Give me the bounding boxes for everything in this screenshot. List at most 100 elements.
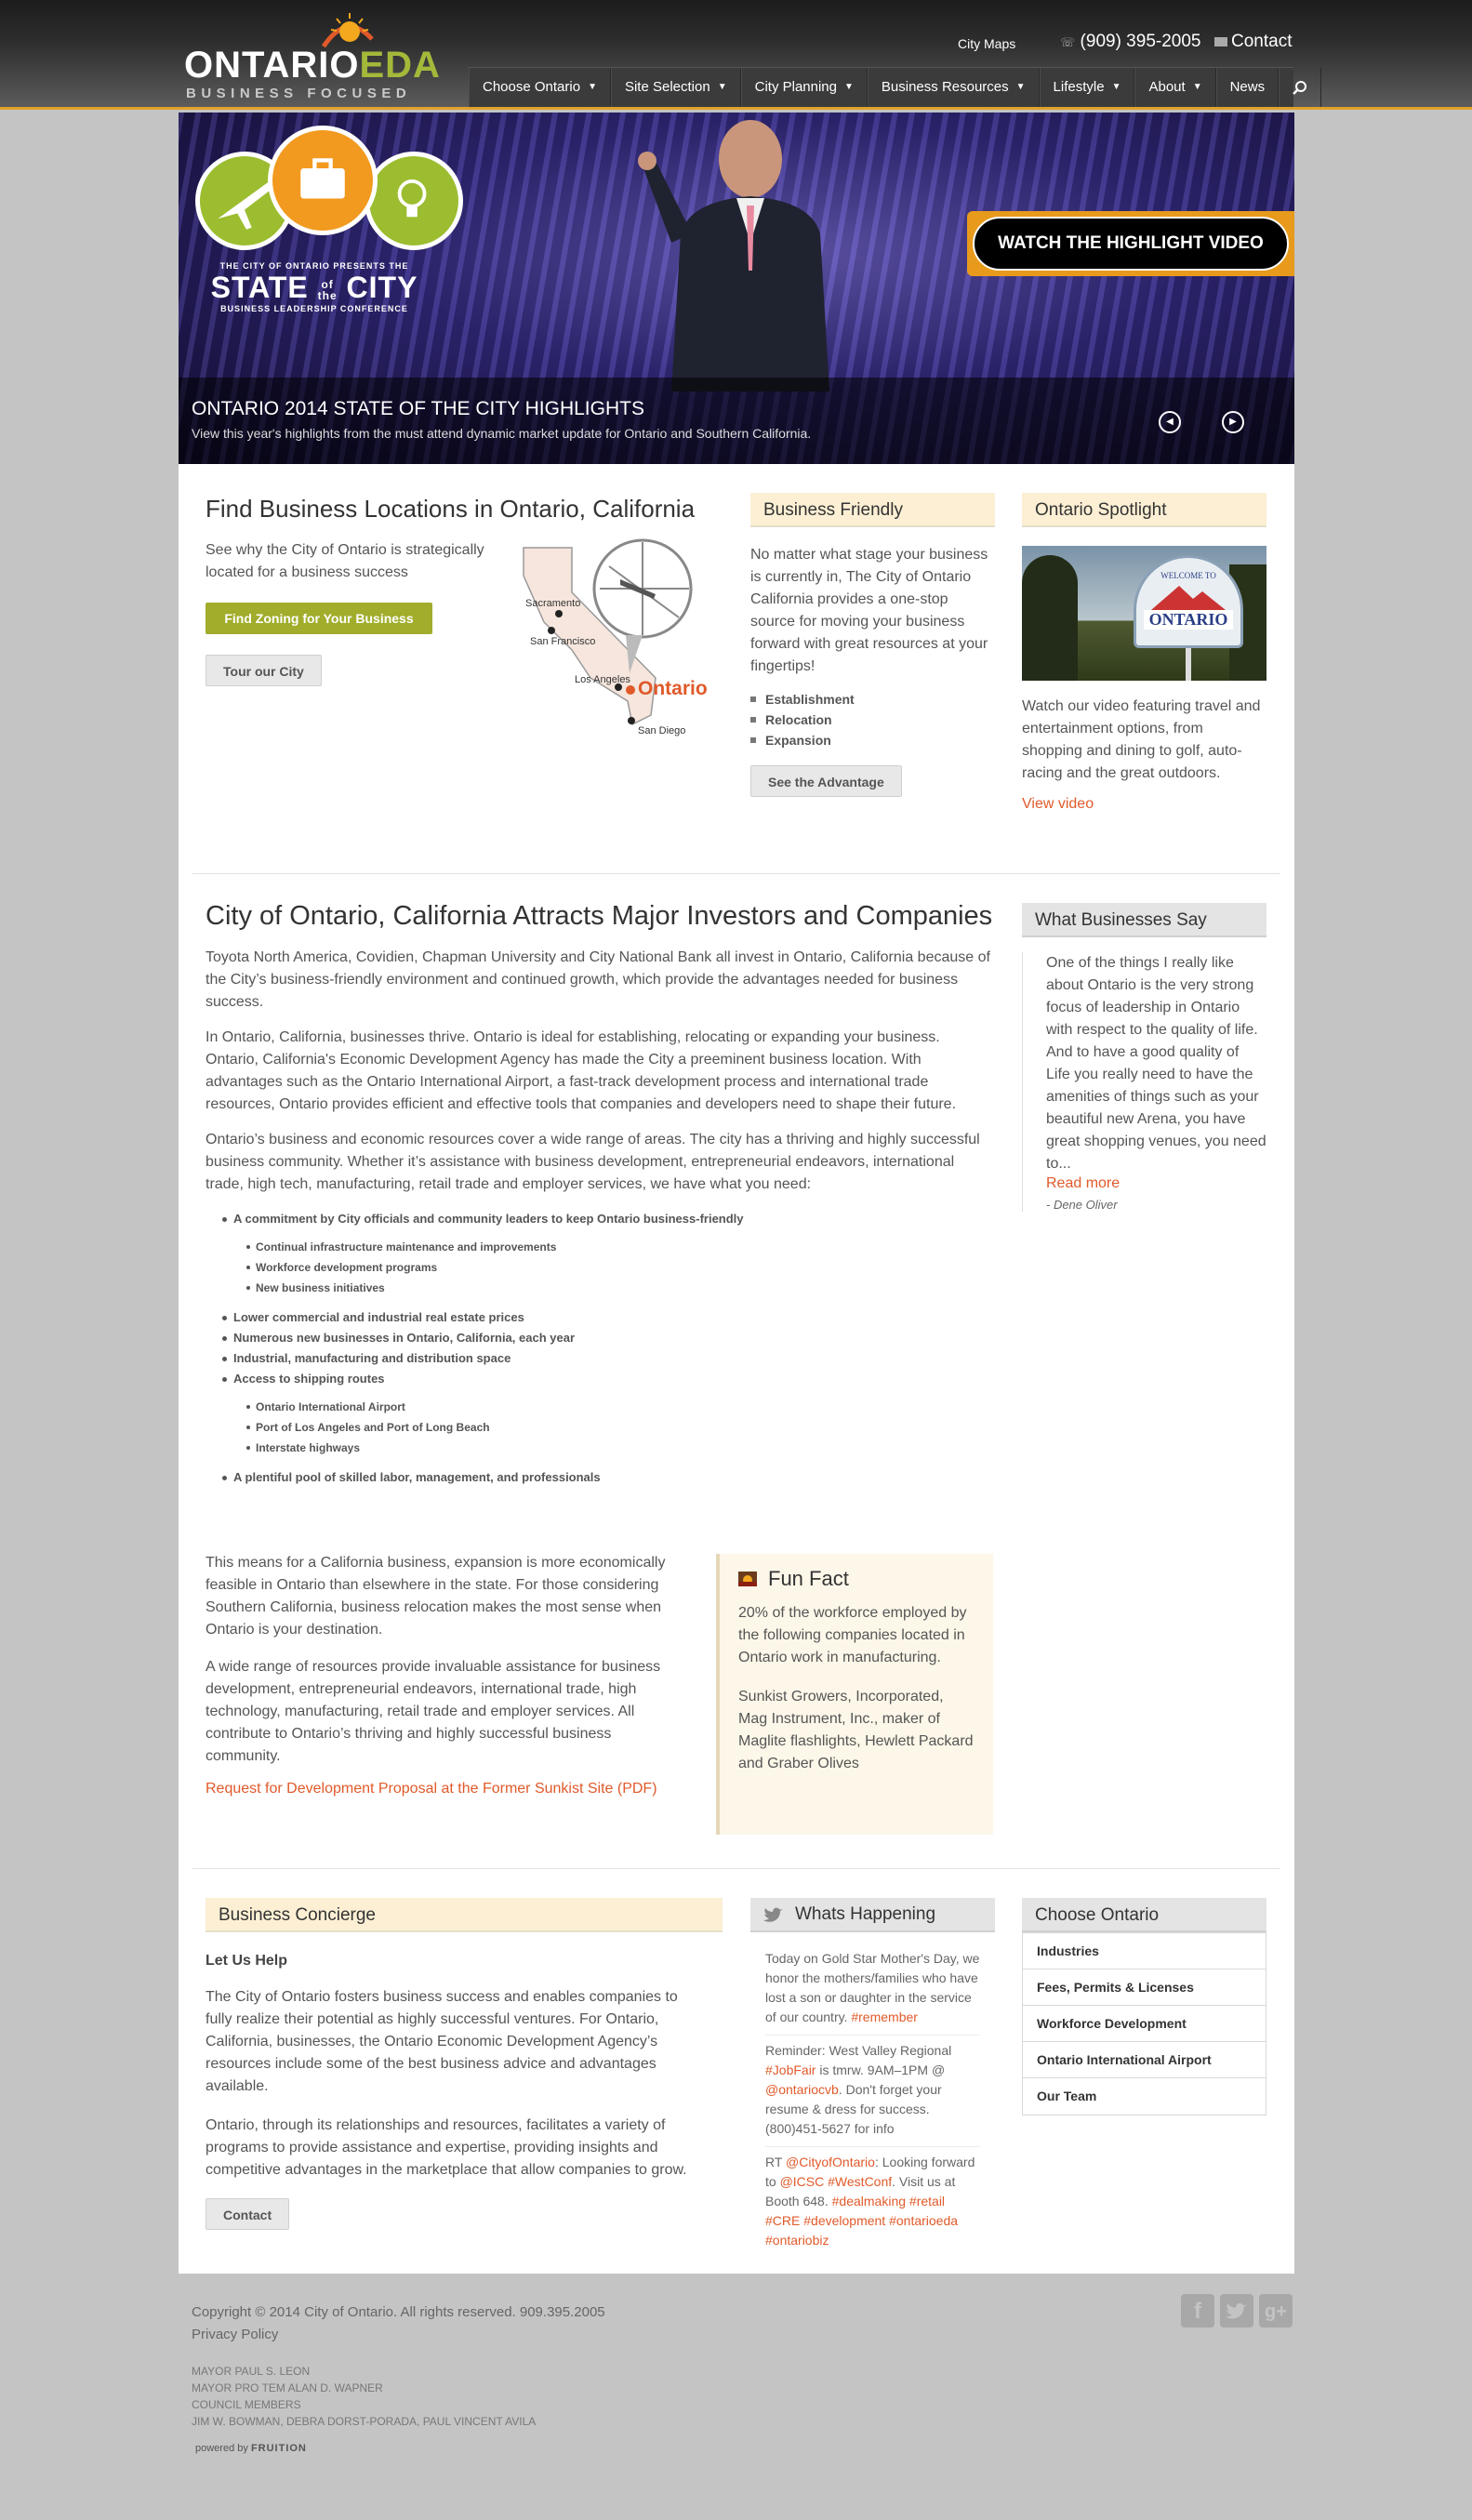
article-paragraph: In Ontario, California, businesses thriv… <box>206 1029 957 1112</box>
hero-slider[interactable]: THE CITY OF ONTARIO PRESENTS THE STATE o… <box>179 113 1294 464</box>
contact-button[interactable]: Contact <box>206 2198 290 2230</box>
hashtag-link[interactable]: #JobFair <box>765 2062 816 2077</box>
prev-slide-icon[interactable]: ◀ <box>1159 411 1181 433</box>
powered-by[interactable]: powered by FRUITION <box>195 2443 307 2454</box>
hashtag-link[interactable]: #remember <box>851 2009 918 2024</box>
hashtag-link[interactable]: #ontarioeda <box>889 2213 958 2228</box>
view-video-link[interactable]: View video <box>1022 796 1266 813</box>
spotlight-box: Ontario Spotlight WELCOME TO ONTARIO Wat… <box>1022 493 1266 813</box>
concierge-box: Business Concierge Let Us Help The City … <box>206 1898 723 2230</box>
nav-about[interactable]: About ▼ <box>1134 68 1216 107</box>
mention-link[interactable]: @ICSC <box>780 2174 825 2189</box>
twitter-icon[interactable] <box>1220 2294 1253 2328</box>
hashtag-link[interactable]: #retail <box>909 2194 945 2208</box>
main-article: City of Ontario, California Attracts Maj… <box>206 901 996 1488</box>
fun-fact-box: Fun Fact 20% of the workforce employed b… <box>716 1554 993 1835</box>
nav-choose-ontario[interactable]: Choose Ontario ▼ <box>469 68 611 107</box>
watch-video-button[interactable]: WATCH THE HIGHLIGHT VIDEO <box>967 211 1294 276</box>
locations-section: Find Business Locations in Ontario, Cali… <box>206 495 708 686</box>
link-airport[interactable]: Ontario International Airport <box>1023 2042 1266 2078</box>
whats-happening-title: Whats Happening <box>795 1904 936 1924</box>
locations-text: See why the City of Ontario is strategic… <box>206 542 484 580</box>
sunkist-pdf-link[interactable]: Request for Development Proposal at the … <box>206 1781 689 1797</box>
article-title: City of Ontario, California Attracts Maj… <box>206 901 993 931</box>
main-nav: Choose Ontario ▼ Site Selection ▼ City Pla… <box>469 67 1322 107</box>
nav-lifestyle[interactable]: Lifestyle ▼ <box>1039 68 1135 107</box>
next-slide-icon[interactable]: ▶ <box>1222 411 1244 433</box>
hashtag-link[interactable]: #development <box>803 2213 885 2228</box>
hashtag-link[interactable]: #WestConf <box>828 2174 892 2189</box>
stage-list: Establishment Relocation Expansion <box>750 689 995 750</box>
site-footer: Copyright © 2014 City of Ontario. All ri… <box>179 2274 1294 2520</box>
whats-happening-box: Whats Happening Today on Gold Star Mothe… <box>750 1898 995 2258</box>
hashtag-link[interactable]: #dealmaking <box>832 2194 906 2208</box>
business-friendly-box: Business Friendly No matter what stage y… <box>750 493 995 797</box>
tweet-item: Today on Gold Star Mother's Day, we hono… <box>765 1943 980 2036</box>
google-plus-icon[interactable]: g+ <box>1259 2294 1293 2328</box>
fun-fact-companies: Sunkist Growers, Incorporated, Mag Instr… <box>738 1689 974 1771</box>
privacy-policy-link[interactable]: Privacy Policy <box>192 2327 278 2342</box>
list-item: Numerous new businesses in Ontario, Cali… <box>220 1328 996 1348</box>
article-paragraph: Toyota North America, Covidien, Chapman … <box>206 949 990 1010</box>
link-industries[interactable]: Industries <box>1023 1933 1266 1970</box>
phone-icon: ☏ <box>1060 35 1076 49</box>
caret-down-icon: ▼ <box>1015 82 1026 92</box>
concierge-title: Business Concierge <box>206 1898 723 1932</box>
site-logo[interactable]: ONTARIOEDA BUSINESS FOCUSED <box>184 11 440 101</box>
link-our-team[interactable]: Our Team <box>1023 2078 1266 2115</box>
welcome-sign: WELCOME TO ONTARIO <box>1134 555 1243 648</box>
contact-link[interactable]: Contact <box>1214 32 1292 52</box>
read-more-link[interactable]: Read more <box>1046 1175 1266 1192</box>
concierge-text: Ontario, through its relationships and r… <box>206 2117 687 2178</box>
find-zoning-button[interactable]: Find Zoning for Your Business <box>206 603 432 634</box>
main-content: Find Business Locations in Ontario, Cali… <box>179 464 1294 2274</box>
see-advantage-button[interactable]: See the Advantage <box>750 765 902 797</box>
hashtag-link[interactable]: #ontariobiz <box>765 2233 829 2248</box>
nav-city-planning[interactable]: City Planning ▼ <box>740 68 868 107</box>
briefcase-circle-icon <box>268 126 378 235</box>
hero-caption-subtitle: View this year's highlights from the mus… <box>192 426 812 441</box>
list-item: Port of Los Angeles and Port of Long Bea… <box>245 1417 996 1438</box>
mention-link[interactable]: @CityofOntario <box>786 2155 875 2169</box>
city-maps-link[interactable]: City Maps <box>958 36 1015 51</box>
locations-title: Find Business Locations in Ontario, Cali… <box>206 495 696 523</box>
sign-post <box>1186 648 1191 681</box>
site-header: ONTARIOEDA BUSINESS FOCUSED City Maps ☏ … <box>0 0 1472 110</box>
nav-site-selection[interactable]: Site Selection ▼ <box>610 68 741 107</box>
mention-link[interactable]: @ontariocvb <box>765 2082 839 2097</box>
spotlight-video-thumbnail[interactable]: WELCOME TO ONTARIO <box>1022 546 1266 681</box>
choose-ontario-list: Industries Fees, Permits & Licenses Work… <box>1022 1932 1266 2115</box>
concierge-text: The City of Ontario fosters business suc… <box>206 1989 678 2094</box>
caret-down-icon: ▼ <box>1111 82 1121 92</box>
tweet-item: Reminder: West Valley Regional #JobFair … <box>765 2036 980 2147</box>
choose-ontario-title: Choose Ontario <box>1022 1898 1266 1932</box>
search-icon <box>1293 81 1307 95</box>
nav-business-resources[interactable]: Business Resources ▼ <box>867 68 1040 107</box>
link-workforce[interactable]: Workforce Development <box>1023 2006 1266 2042</box>
map-label-san-diego: San Diego <box>638 725 685 736</box>
advantages-list: A commitment by City officials and commu… <box>220 1209 996 1488</box>
speaker-image <box>638 120 829 391</box>
facebook-icon[interactable]: f <box>1181 2294 1214 2328</box>
list-item: Expansion <box>750 730 995 750</box>
mail-icon <box>1214 37 1227 46</box>
nav-news[interactable]: News <box>1215 68 1280 107</box>
testimonial-box: What Businesses Say One of the things I … <box>1022 903 1266 1212</box>
phone-number: ☏ (909) 395-2005 <box>1060 32 1201 51</box>
map-label-sacramento: Sacramento <box>525 598 580 609</box>
list-item: Access to shipping routes Ontario Intern… <box>220 1369 996 1458</box>
tweet-list: Today on Gold Star Mother's Day, we hono… <box>750 1932 995 2258</box>
search-button[interactable] <box>1279 68 1322 107</box>
logo-wordmark: ONTARIOEDA <box>184 45 441 86</box>
map-label-ontario: Ontario <box>638 678 708 699</box>
map-label-los-angeles: Los Angeles <box>575 674 630 685</box>
list-item: Interstate highways <box>245 1438 996 1458</box>
tour-city-button[interactable]: Tour our City <box>206 655 322 686</box>
business-friendly-title: Business Friendly <box>750 493 995 527</box>
link-fees-permits[interactable]: Fees, Permits & Licenses <box>1023 1970 1266 2006</box>
testimonial-quote: One of the things I really like about On… <box>1022 952 1266 1212</box>
hashtag-link[interactable]: #CRE <box>765 2213 800 2228</box>
article-paragraph: This means for a California business, ex… <box>206 1555 666 1638</box>
article-paragraph: A wide range of resources provide invalu… <box>206 1659 661 1764</box>
footer-copyright: Copyright © 2014 City of Ontario. All ri… <box>192 2304 605 2342</box>
